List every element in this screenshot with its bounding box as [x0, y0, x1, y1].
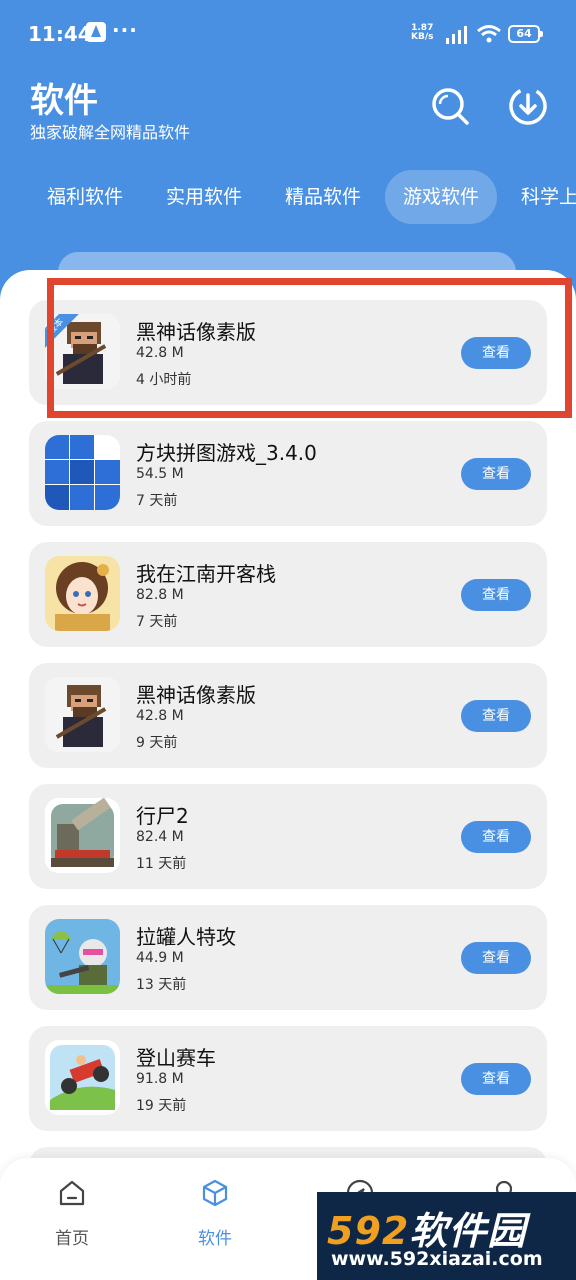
view-button[interactable]: 查看 — [461, 458, 531, 490]
app-name: 拉罐人特攻 — [136, 925, 236, 949]
navigation-app-icon — [86, 22, 106, 42]
view-button[interactable]: 查看 — [461, 942, 531, 974]
block-puzzle-icon — [45, 435, 120, 510]
app-name: 登山赛车 — [136, 1046, 216, 1070]
app-name: 方块拼图游戏_3.4.0 — [136, 441, 317, 465]
app-size: 82.4 M — [136, 829, 184, 845]
tab-utility[interactable]: 实用软件 — [148, 170, 260, 224]
wifi-icon — [477, 25, 501, 43]
nav-software-label: 软件 — [198, 1229, 232, 1249]
nav-software[interactable]: 软件 — [175, 1178, 255, 1249]
watermark-brand: 592软件园 — [327, 1200, 526, 1255]
app-card[interactable]: 我在江南开客栈 82.8 M 7 天前 查看 — [29, 542, 547, 647]
battery-icon: 64 — [508, 25, 543, 43]
watermark-logo: 592软件园 www.592xiazai.com — [317, 1192, 576, 1280]
app-card[interactable]: 登山赛车 91.8 M 19 天前 查看 — [29, 1026, 547, 1131]
more-notifications-icon: ··· — [112, 18, 138, 42]
status-time: 11:44 — [28, 22, 92, 46]
app-list-panel: 版本 黑神话像素版 42.8 M 4 小时前 查看 方块拼图游戏_3.4.0 5… — [0, 270, 576, 1280]
cube-icon — [202, 1179, 228, 1207]
app-updated-time: 7 天前 — [136, 614, 178, 630]
app-name: 黑神话像素版 — [136, 683, 256, 707]
tab-premium[interactable]: 精品软件 — [267, 170, 379, 224]
view-button[interactable]: 查看 — [461, 579, 531, 611]
app-card[interactable]: 黑神话像素版 42.8 M 9 天前 查看 — [29, 663, 547, 768]
watermark-brand-number: 592 — [327, 1209, 410, 1253]
app-updated-time: 7 天前 — [136, 493, 178, 509]
home-icon — [59, 1180, 85, 1206]
signal-icon — [446, 26, 467, 44]
pixel-warrior-icon — [45, 677, 120, 752]
app-name: 行尸2 — [136, 804, 189, 828]
tab-science[interactable]: 科学上 — [503, 170, 576, 224]
app-size: 54.5 M — [136, 466, 184, 482]
tab-welfare[interactable]: 福利软件 — [29, 170, 141, 224]
walking-zombie-icon — [45, 798, 120, 873]
app-name: 我在江南开客栈 — [136, 562, 276, 586]
tab-games[interactable]: 游戏软件 — [385, 170, 498, 224]
view-button[interactable]: 查看 — [461, 1063, 531, 1095]
category-tabs: 福利软件 实用软件 精品软件 游戏软件 科学上 — [0, 170, 576, 226]
nav-home[interactable]: 首页 — [32, 1178, 112, 1249]
network-speed-unit: KB/s — [411, 32, 434, 42]
app-size: 91.8 M — [136, 1071, 184, 1087]
nav-home-label: 首页 — [55, 1229, 89, 1249]
network-speed: 1.87 KB/s — [411, 24, 433, 42]
watermark-url: www.592xiazai.com — [331, 1248, 543, 1270]
app-size: 82.8 M — [136, 587, 184, 603]
status-bar: 11:44 ··· 1.87 KB/s 64 — [0, 0, 576, 68]
download-icon[interactable] — [508, 86, 548, 126]
app-card[interactable]: 行尸2 82.4 M 11 天前 查看 — [29, 784, 547, 889]
app-updated-time: 19 天前 — [136, 1098, 187, 1114]
page-subtitle: 独家破解全网精品软件 — [30, 123, 191, 142]
search-icon[interactable] — [430, 86, 470, 126]
app-updated-time: 13 天前 — [136, 977, 187, 993]
app-card[interactable]: 拉罐人特攻 44.9 M 13 天前 查看 — [29, 905, 547, 1010]
page-title: 软件 — [30, 81, 98, 121]
hill-climb-car-icon — [45, 1040, 120, 1115]
app-size: 42.8 M — [136, 708, 184, 724]
app-updated-time: 9 天前 — [136, 735, 178, 751]
view-button[interactable]: 查看 — [461, 821, 531, 853]
watermark-brand-text: 软件园 — [409, 1209, 527, 1253]
anime-girl-icon — [45, 556, 120, 631]
highlight-annotation — [47, 278, 572, 418]
app-updated-time: 11 天前 — [136, 856, 187, 872]
view-button[interactable]: 查看 — [461, 700, 531, 732]
paratrooper-icon — [45, 919, 120, 994]
app-size: 44.9 M — [136, 950, 184, 966]
app-card[interactable]: 方块拼图游戏_3.4.0 54.5 M 7 天前 查看 — [29, 421, 547, 526]
